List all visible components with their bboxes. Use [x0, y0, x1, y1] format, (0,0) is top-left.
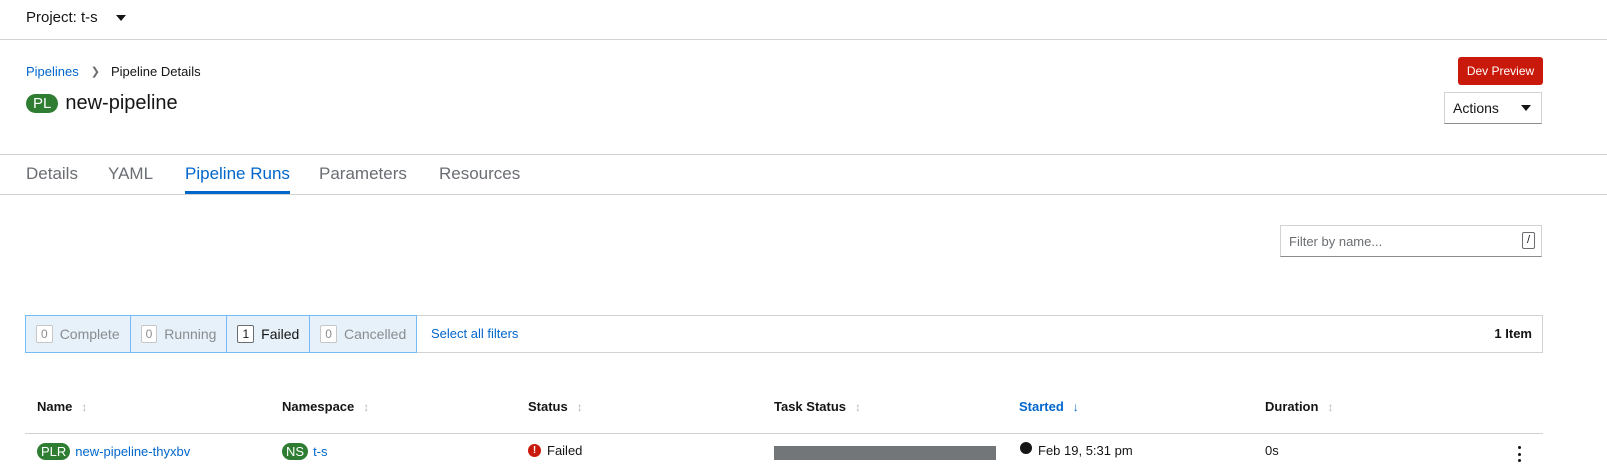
- caret-down-icon: [115, 14, 126, 21]
- column-header-task-status[interactable]: Task Status ↕: [774, 399, 861, 414]
- caret-down-icon: [1521, 105, 1531, 111]
- namespace-link[interactable]: t-s: [313, 444, 327, 459]
- breadcrumb-current: Pipeline Details: [110, 64, 201, 79]
- actions-label: Actions: [1453, 100, 1499, 116]
- column-label: Duration: [1265, 399, 1319, 414]
- tab-yaml[interactable]: YAML: [108, 164, 153, 184]
- active-tab-indicator: [185, 191, 290, 194]
- pipeline-run-badge: PLR: [37, 443, 71, 460]
- cell-duration: 0s: [1265, 443, 1279, 458]
- filter-by-name-input[interactable]: [1280, 225, 1542, 257]
- tab-details[interactable]: Details: [26, 164, 78, 184]
- filter-count: 0: [320, 325, 337, 343]
- started-timestamp: Feb 19, 5:31 pm: [1038, 443, 1133, 458]
- pipeline-badge: PL: [26, 94, 59, 113]
- cell-status: ! Failed: [528, 443, 582, 458]
- sort-descending-icon: ↓: [1072, 399, 1079, 414]
- column-header-namespace[interactable]: Namespace ↕: [282, 399, 369, 414]
- column-label: Namespace: [282, 399, 355, 414]
- project-bar: Project: t-s: [0, 0, 1607, 40]
- error-circle-icon: !: [528, 444, 541, 457]
- filter-chip-running[interactable]: 0 Running: [129, 315, 228, 353]
- column-header-status[interactable]: Status ↕: [528, 399, 583, 414]
- title-row: PL new-pipeline: [26, 92, 178, 115]
- sort-icon: ↕: [363, 399, 370, 414]
- filter-chip-failed[interactable]: 1 Failed: [226, 315, 311, 353]
- cell-namespace: NS t-s: [282, 443, 328, 460]
- column-header-name[interactable]: Name ↕: [37, 399, 87, 414]
- filter-chip-complete[interactable]: 0 Complete: [25, 315, 131, 353]
- namespace-badge: NS: [282, 443, 309, 460]
- task-status-bar[interactable]: [774, 446, 996, 460]
- filter-chip-cancelled[interactable]: 0 Cancelled: [309, 315, 418, 353]
- cell-name: PLR new-pipeline-thyxbv: [37, 443, 190, 460]
- column-label: Status: [528, 399, 568, 414]
- dev-preview-button[interactable]: Dev Preview: [1458, 57, 1543, 85]
- sort-icon: ↕: [576, 399, 583, 414]
- filter-label: Complete: [59, 326, 120, 342]
- column-header-duration[interactable]: Duration ↕: [1265, 399, 1333, 414]
- table-row: PLR new-pipeline-thyxbv NS t-s ! Failed …: [25, 434, 1543, 472]
- sort-icon: ↕: [1327, 399, 1334, 414]
- chevron-right-icon: ❯: [90, 66, 100, 78]
- table-header: Name ↕ Namespace ↕ Status ↕ Task Status …: [25, 382, 1543, 434]
- page-header: Pipelines ❯ Pipeline Details PL new-pipe…: [0, 40, 1607, 155]
- cell-started: Feb 19, 5:31 pm: [1020, 441, 1133, 458]
- filter-count: 0: [140, 325, 158, 343]
- project-selector[interactable]: Project: t-s: [26, 9, 126, 26]
- filter-count: 1: [237, 325, 255, 343]
- duration-text: 0s: [1265, 443, 1279, 458]
- globe-icon: [1020, 441, 1032, 454]
- actions-dropdown[interactable]: Actions: [1444, 92, 1542, 124]
- column-label: Name: [37, 399, 73, 414]
- status-text: Failed: [547, 443, 583, 458]
- keyboard-shortcut-hint: /: [1522, 232, 1535, 249]
- column-header-started[interactable]: Started ↓: [1019, 399, 1079, 414]
- status-filter-bar: 0 Complete 0 Running 1 Failed 0 Cancelle…: [25, 315, 1543, 353]
- filter-label: Failed: [261, 326, 300, 342]
- filter-count: 0: [36, 325, 53, 343]
- pipeline-run-link[interactable]: new-pipeline-thyxbv: [75, 444, 190, 459]
- status-filter-group: 0 Complete 0 Running 1 Failed 0 Cancelle…: [25, 315, 418, 353]
- sort-icon: ↕: [855, 399, 862, 414]
- tab-resources[interactable]: Resources: [439, 164, 520, 184]
- item-count: 1 Item: [1494, 326, 1532, 341]
- select-all-filters-link[interactable]: Select all filters: [431, 326, 518, 341]
- sort-icon: ↕: [81, 399, 88, 414]
- page-title: new-pipeline: [65, 92, 178, 114]
- tab-bar: Details YAML Pipeline Runs Parameters Re…: [0, 155, 1607, 195]
- kebab-menu-icon[interactable]: [1518, 446, 1522, 462]
- filter-label: Cancelled: [343, 326, 407, 342]
- breadcrumb-pipelines-link[interactable]: Pipelines: [26, 64, 79, 79]
- tab-pipeline-runs[interactable]: Pipeline Runs: [185, 164, 290, 184]
- project-label: Project: t-s: [26, 9, 98, 26]
- breadcrumb: Pipelines ❯ Pipeline Details: [26, 64, 201, 79]
- column-label: Task Status: [774, 399, 847, 414]
- tab-parameters[interactable]: Parameters: [319, 164, 407, 184]
- filter-label: Running: [164, 326, 217, 342]
- column-label: Started: [1019, 399, 1064, 414]
